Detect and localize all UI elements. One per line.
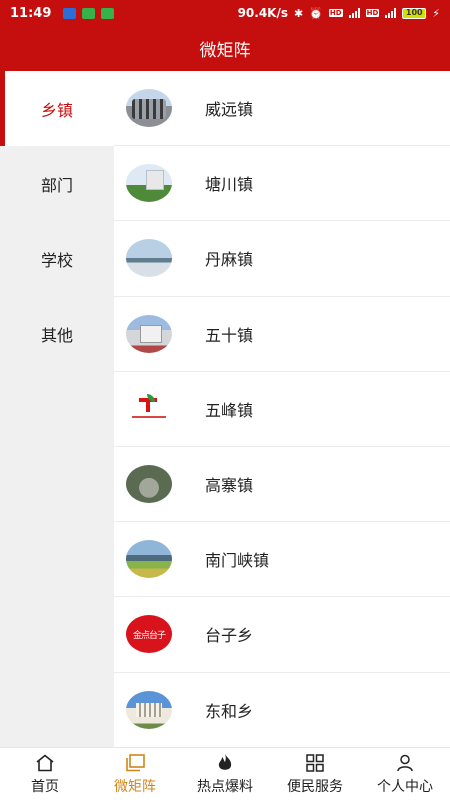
fire-icon bbox=[214, 753, 236, 773]
list-item-label: 高寨镇 bbox=[205, 476, 254, 496]
nav-label: 微矩阵 bbox=[114, 778, 156, 795]
charging-icon: ⚡ bbox=[432, 6, 440, 20]
town-photo-icon bbox=[126, 690, 172, 729]
upload-notification-icon bbox=[63, 7, 77, 19]
nav-label: 热点爆料 bbox=[197, 778, 253, 795]
list-item-label: 塘川镇 bbox=[205, 175, 254, 195]
grid-icon bbox=[304, 753, 326, 773]
list-item-label: 丹麻镇 bbox=[205, 250, 254, 270]
list-item[interactable]: 丹麻镇 bbox=[114, 221, 450, 297]
list-item[interactable]: 金点台子 台子乡 bbox=[114, 597, 450, 673]
town-photo-icon bbox=[126, 465, 172, 504]
nav-label: 首页 bbox=[31, 778, 59, 795]
network-speed: 90.4K/s bbox=[237, 6, 288, 20]
list-item[interactable]: 高寨镇 bbox=[114, 447, 450, 523]
list-item-label: 五十镇 bbox=[205, 325, 254, 345]
list-item-label: 威远镇 bbox=[205, 100, 254, 120]
signal-icon bbox=[385, 8, 397, 18]
sidebar-item-departments[interactable]: 部门 bbox=[0, 146, 114, 221]
list-item-label: 台子乡 bbox=[205, 626, 254, 646]
sidebar-item-schools[interactable]: 学校 bbox=[0, 221, 114, 296]
list-item-label: 五峰镇 bbox=[205, 400, 254, 420]
town-logo-icon bbox=[126, 389, 172, 428]
signal-icon bbox=[348, 8, 360, 18]
bottom-nav: 首页 微矩阵 热点爆料 便民服务 个人中心 bbox=[0, 747, 450, 800]
list-item[interactable]: 塘川镇 bbox=[114, 146, 450, 222]
page-title: 微矩阵 bbox=[199, 41, 251, 61]
nav-hot-news[interactable]: 热点爆料 bbox=[180, 748, 270, 800]
user-icon bbox=[394, 753, 416, 773]
town-list: 威远镇 塘川镇 丹麻镇 五十镇 五峰镇 高寨镇 南门峡镇 金点台子 台子乡 东和… bbox=[114, 71, 450, 747]
app-notification-icon bbox=[101, 7, 115, 19]
sidebar-item-other[interactable]: 其他 bbox=[0, 296, 114, 371]
status-right: 90.4K/s ✱ ⏰ HD HD 100 ⚡ bbox=[238, 6, 440, 20]
nav-services[interactable]: 便民服务 bbox=[270, 748, 360, 800]
battery-level: 100 bbox=[405, 7, 423, 17]
list-item[interactable]: 南门峡镇 bbox=[114, 522, 450, 598]
nav-label: 个人中心 bbox=[377, 778, 433, 795]
calligraphy-logo-icon: 金点台子 bbox=[126, 615, 172, 654]
bluetooth-icon: ✱ bbox=[294, 6, 304, 20]
status-bar: 11:49 90.4K/s ✱ ⏰ HD HD 100 ⚡ bbox=[0, 0, 450, 26]
list-item[interactable]: 威远镇 bbox=[114, 71, 450, 147]
town-photo-icon bbox=[126, 89, 172, 128]
nav-home[interactable]: 首页 bbox=[0, 748, 90, 800]
list-item[interactable]: 五十镇 bbox=[114, 297, 450, 372]
nav-matrix[interactable]: 微矩阵 bbox=[90, 748, 180, 800]
logo-text: 金点台子 bbox=[132, 630, 166, 641]
list-item[interactable]: 东和乡 bbox=[114, 673, 450, 747]
battery-icon: 100 bbox=[402, 7, 427, 19]
category-sidebar: 乡镇 部门 学校 其他 bbox=[0, 71, 114, 747]
title-bar: 微矩阵 bbox=[0, 26, 450, 71]
list-item[interactable]: 五峰镇 bbox=[114, 372, 450, 447]
app-notification-icon bbox=[82, 7, 96, 19]
town-photo-icon bbox=[126, 164, 172, 203]
list-item-label: 南门峡镇 bbox=[205, 551, 270, 571]
sidebar-item-label: 部门 bbox=[40, 175, 73, 195]
nav-profile[interactable]: 个人中心 bbox=[360, 748, 450, 800]
town-photo-icon bbox=[126, 314, 172, 353]
home-icon bbox=[34, 753, 56, 773]
sidebar-item-towns[interactable]: 乡镇 bbox=[0, 71, 114, 146]
hd-icon: HD bbox=[365, 9, 380, 17]
nav-label: 便民服务 bbox=[287, 778, 343, 795]
list-item-label: 东和乡 bbox=[205, 701, 254, 721]
notification-icons bbox=[63, 7, 115, 19]
town-photo-icon bbox=[126, 239, 172, 278]
sidebar-item-label: 其他 bbox=[40, 325, 73, 345]
alarm-icon: ⏰ bbox=[309, 6, 323, 20]
matrix-icon bbox=[124, 753, 146, 773]
status-time: 11:49 bbox=[10, 5, 52, 21]
hd-icon: HD bbox=[328, 9, 343, 17]
sidebar-item-label: 乡镇 bbox=[40, 100, 73, 120]
town-photo-icon bbox=[126, 540, 172, 579]
sidebar-item-label: 学校 bbox=[40, 250, 73, 270]
